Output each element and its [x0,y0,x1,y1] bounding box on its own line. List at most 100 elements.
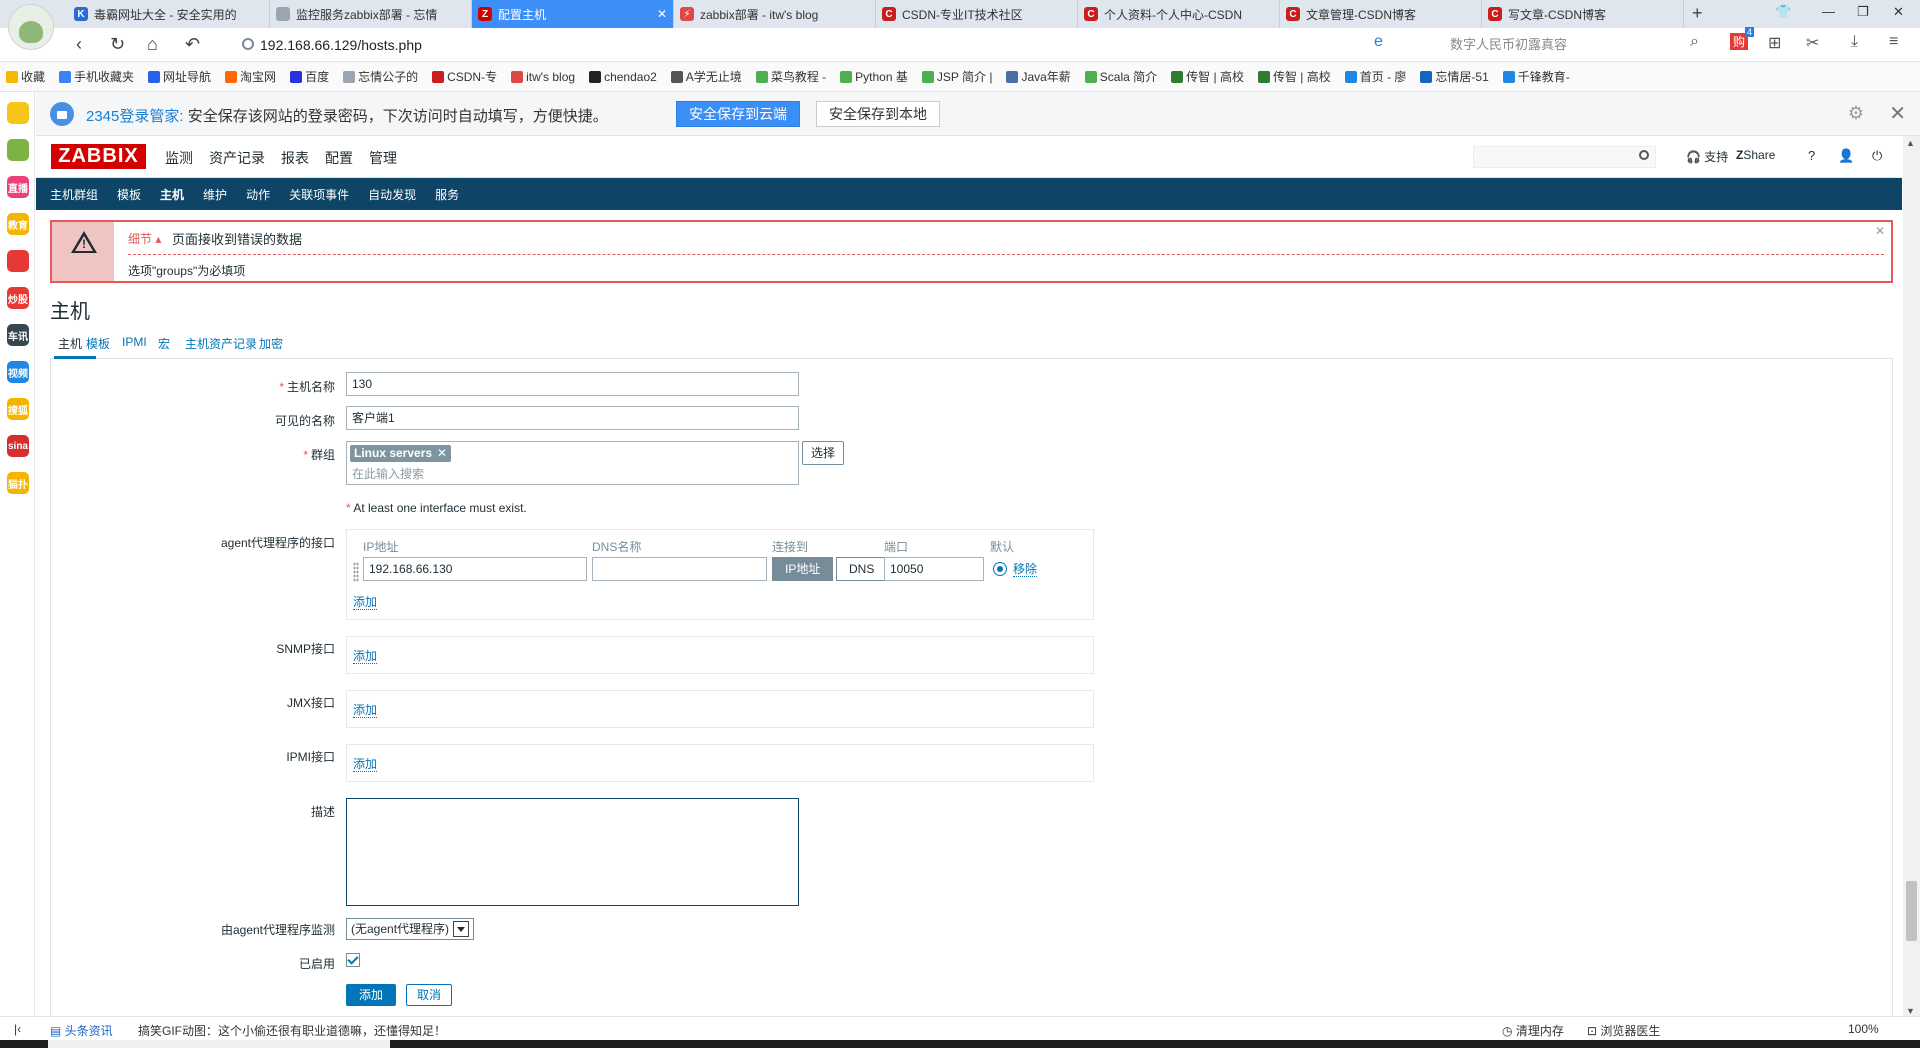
back-icon[interactable]: ‹ [76,34,82,55]
remove-tag-icon[interactable]: ✕ [437,445,447,462]
menu-icon[interactable]: ≡ [1889,33,1898,51]
sidebar-stocks[interactable]: 炒股 [7,287,29,309]
sidebar-video[interactable]: 视频 [7,361,29,383]
share-link[interactable]: ZShare [1736,148,1775,162]
close-icon[interactable]: ✕ [1889,101,1906,126]
sidebar-mop[interactable]: 猫扑 [7,472,29,494]
main-menu-item[interactable]: 管理 [369,148,397,168]
news-link[interactable]: ▤ 头条资讯 [50,1022,113,1039]
bookmark-item[interactable]: 忘情居-51 [1420,68,1489,85]
sidebar-toggle-icon[interactable]: |‹ [14,1022,21,1036]
scroll-down-icon[interactable]: ▼ [1906,1006,1915,1016]
form-tab[interactable]: IPMI [122,335,147,349]
reload-icon[interactable]: ↻ [110,34,125,55]
bookmark-item[interactable]: 百度 [290,68,329,85]
add-jmx-interface-link[interactable]: 添加 [353,703,378,718]
site-info-icon[interactable] [242,38,254,50]
sidebar-education[interactable]: 教育 [7,213,29,235]
history-clock-icon[interactable] [7,139,29,161]
main-menu-item[interactable]: 资产记录 [209,148,265,168]
news-ticker[interactable]: 搞笑GIF动图：这个小偷还很有职业道德嘛，还懂得知足！ [138,1022,446,1039]
bookmark-item[interactable]: 首页 - 廖 [1344,68,1406,85]
gear-icon[interactable]: ⚙ [1848,103,1864,124]
connect-dns-toggle[interactable]: DNS [836,557,888,581]
ip-address-input[interactable]: 192.168.66.130 [363,557,587,581]
browser-tab[interactable]: Z 配置主机 ✕ [472,0,674,28]
taskbar-window[interactable] [48,1040,390,1048]
browser-search-input[interactable]: 数字人民币初露真容 [1420,33,1710,57]
port-input[interactable]: 10050 [884,557,984,581]
page-scrollbar[interactable]: ▲ ▼ [1903,136,1920,1022]
add-host-button[interactable]: 添加 [346,984,397,1006]
browser-tab[interactable]: C CSDN-专业IT技术社区 [876,0,1078,28]
browser-doctor-button[interactable]: ⊡ 浏览器医生 [1587,1022,1660,1039]
form-tab[interactable]: 加密 [259,335,283,352]
bookmark-item[interactable]: 淘宝网 [225,68,276,85]
global-search-input[interactable] [1473,146,1656,168]
bookmark-item[interactable]: 传智 | 高校 [1257,68,1331,85]
bookmark-item[interactable]: Python 基 [840,68,908,85]
bookmark-item[interactable]: 千锋教育- [1502,68,1570,85]
zoom-level[interactable]: 100% [1848,1022,1879,1036]
undo-icon[interactable]: ↶ [185,34,200,55]
clear-memory-button[interactable]: ◷ 清理内存 [1502,1022,1564,1039]
sign-out-icon[interactable]: ⏻ [1872,148,1882,164]
bookmark-item[interactable]: 收藏 [6,68,45,85]
remove-interface-link[interactable]: 移除 [1013,562,1038,577]
select-groups-button[interactable]: 选择 [802,441,845,465]
default-interface-radio[interactable] [993,562,1007,576]
search-icon[interactable] [1639,150,1649,160]
browser-tab[interactable]: C 写文章-CSDN博客 [1482,0,1684,28]
sidebar-sohu[interactable]: 搜狐 [7,398,29,420]
new-tab-icon[interactable]: + [1692,3,1703,24]
form-tab[interactable]: 主机 [58,335,82,352]
bookmark-item[interactable]: Java年薪 [1006,68,1071,85]
bookmark-item[interactable]: 传智 | 高校 [1171,68,1244,85]
description-textarea[interactable] [346,798,799,906]
enabled-checkbox[interactable] [346,953,360,967]
bookmark-item[interactable]: 菜鸟教程 - [755,68,826,85]
sub-menu-item[interactable]: 自动发现 [368,186,416,203]
close-icon[interactable]: ✕ [1875,224,1885,238]
zabbix-logo[interactable]: ZABBIX [51,144,146,169]
main-menu-item[interactable]: 报表 [281,148,309,168]
save-to-cloud-button[interactable]: 安全保存到云端 [676,101,800,127]
close-tab-icon[interactable]: ✕ [657,7,667,21]
add-snmp-interface-link[interactable]: 添加 [353,649,378,664]
main-menu-item[interactable]: 监测 [165,148,193,168]
bookmark-item[interactable]: 手机收藏夹 [59,68,134,85]
groups-multiselect[interactable]: Linux servers ✕ 在此输入搜索 [346,441,799,485]
visible-name-input[interactable]: 客户端1 [346,406,799,430]
bookmark-item[interactable]: 忘情公子的 [343,68,418,85]
close-window-icon[interactable]: ✕ [1893,4,1904,20]
sub-menu-item[interactable]: 模板 [117,186,141,203]
main-menu-item[interactable]: 配置 [325,148,353,185]
favorites-star-icon[interactable] [7,102,29,124]
sub-menu-item[interactable]: 动作 [246,186,270,203]
browser-tab[interactable]: ⚡ zabbix部署 - itw's blog [674,0,876,28]
sidebar-cars[interactable]: 车讯 [7,324,29,346]
sub-menu-item[interactable]: 主机 [160,186,184,203]
restore-icon[interactable]: ❐ [1857,4,1869,20]
user-profile-icon[interactable]: 👤 [1838,148,1854,164]
add-agent-interface-link[interactable]: 添加 [353,595,378,610]
add-ipmi-interface-link[interactable]: 添加 [353,757,378,772]
bookmark-item[interactable]: chendao2 [589,70,657,84]
save-to-local-button[interactable]: 安全保存到本地 [816,101,940,127]
bookmark-item[interactable]: 网址导航 [148,68,211,85]
sidebar-sina[interactable]: sina [7,435,29,457]
sub-menu-item[interactable]: 关联项事件 [289,186,349,203]
sub-menu-item[interactable]: 服务 [435,186,459,203]
apps-icon[interactable]: ⊞ [1768,33,1781,53]
browser-tab[interactable]: C 文章管理-CSDN博客 [1280,0,1482,28]
support-link[interactable]: 🎧 支持 [1686,148,1728,165]
form-tab[interactable]: 主机资产记录 [185,335,257,352]
sidebar-live[interactable]: 直播 [7,176,29,198]
scroll-up-icon[interactable]: ▲ [1906,138,1915,148]
browser-tab[interactable]: C 个人资料-个人中心-CSDN [1078,0,1280,28]
dns-name-input[interactable] [592,557,767,581]
bookmark-item[interactable]: CSDN-专 [432,68,497,85]
form-tab[interactable]: 宏 [158,335,170,352]
home-icon[interactable]: ⌂ [147,34,158,55]
skin-icon[interactable]: 👕 [1775,4,1791,20]
